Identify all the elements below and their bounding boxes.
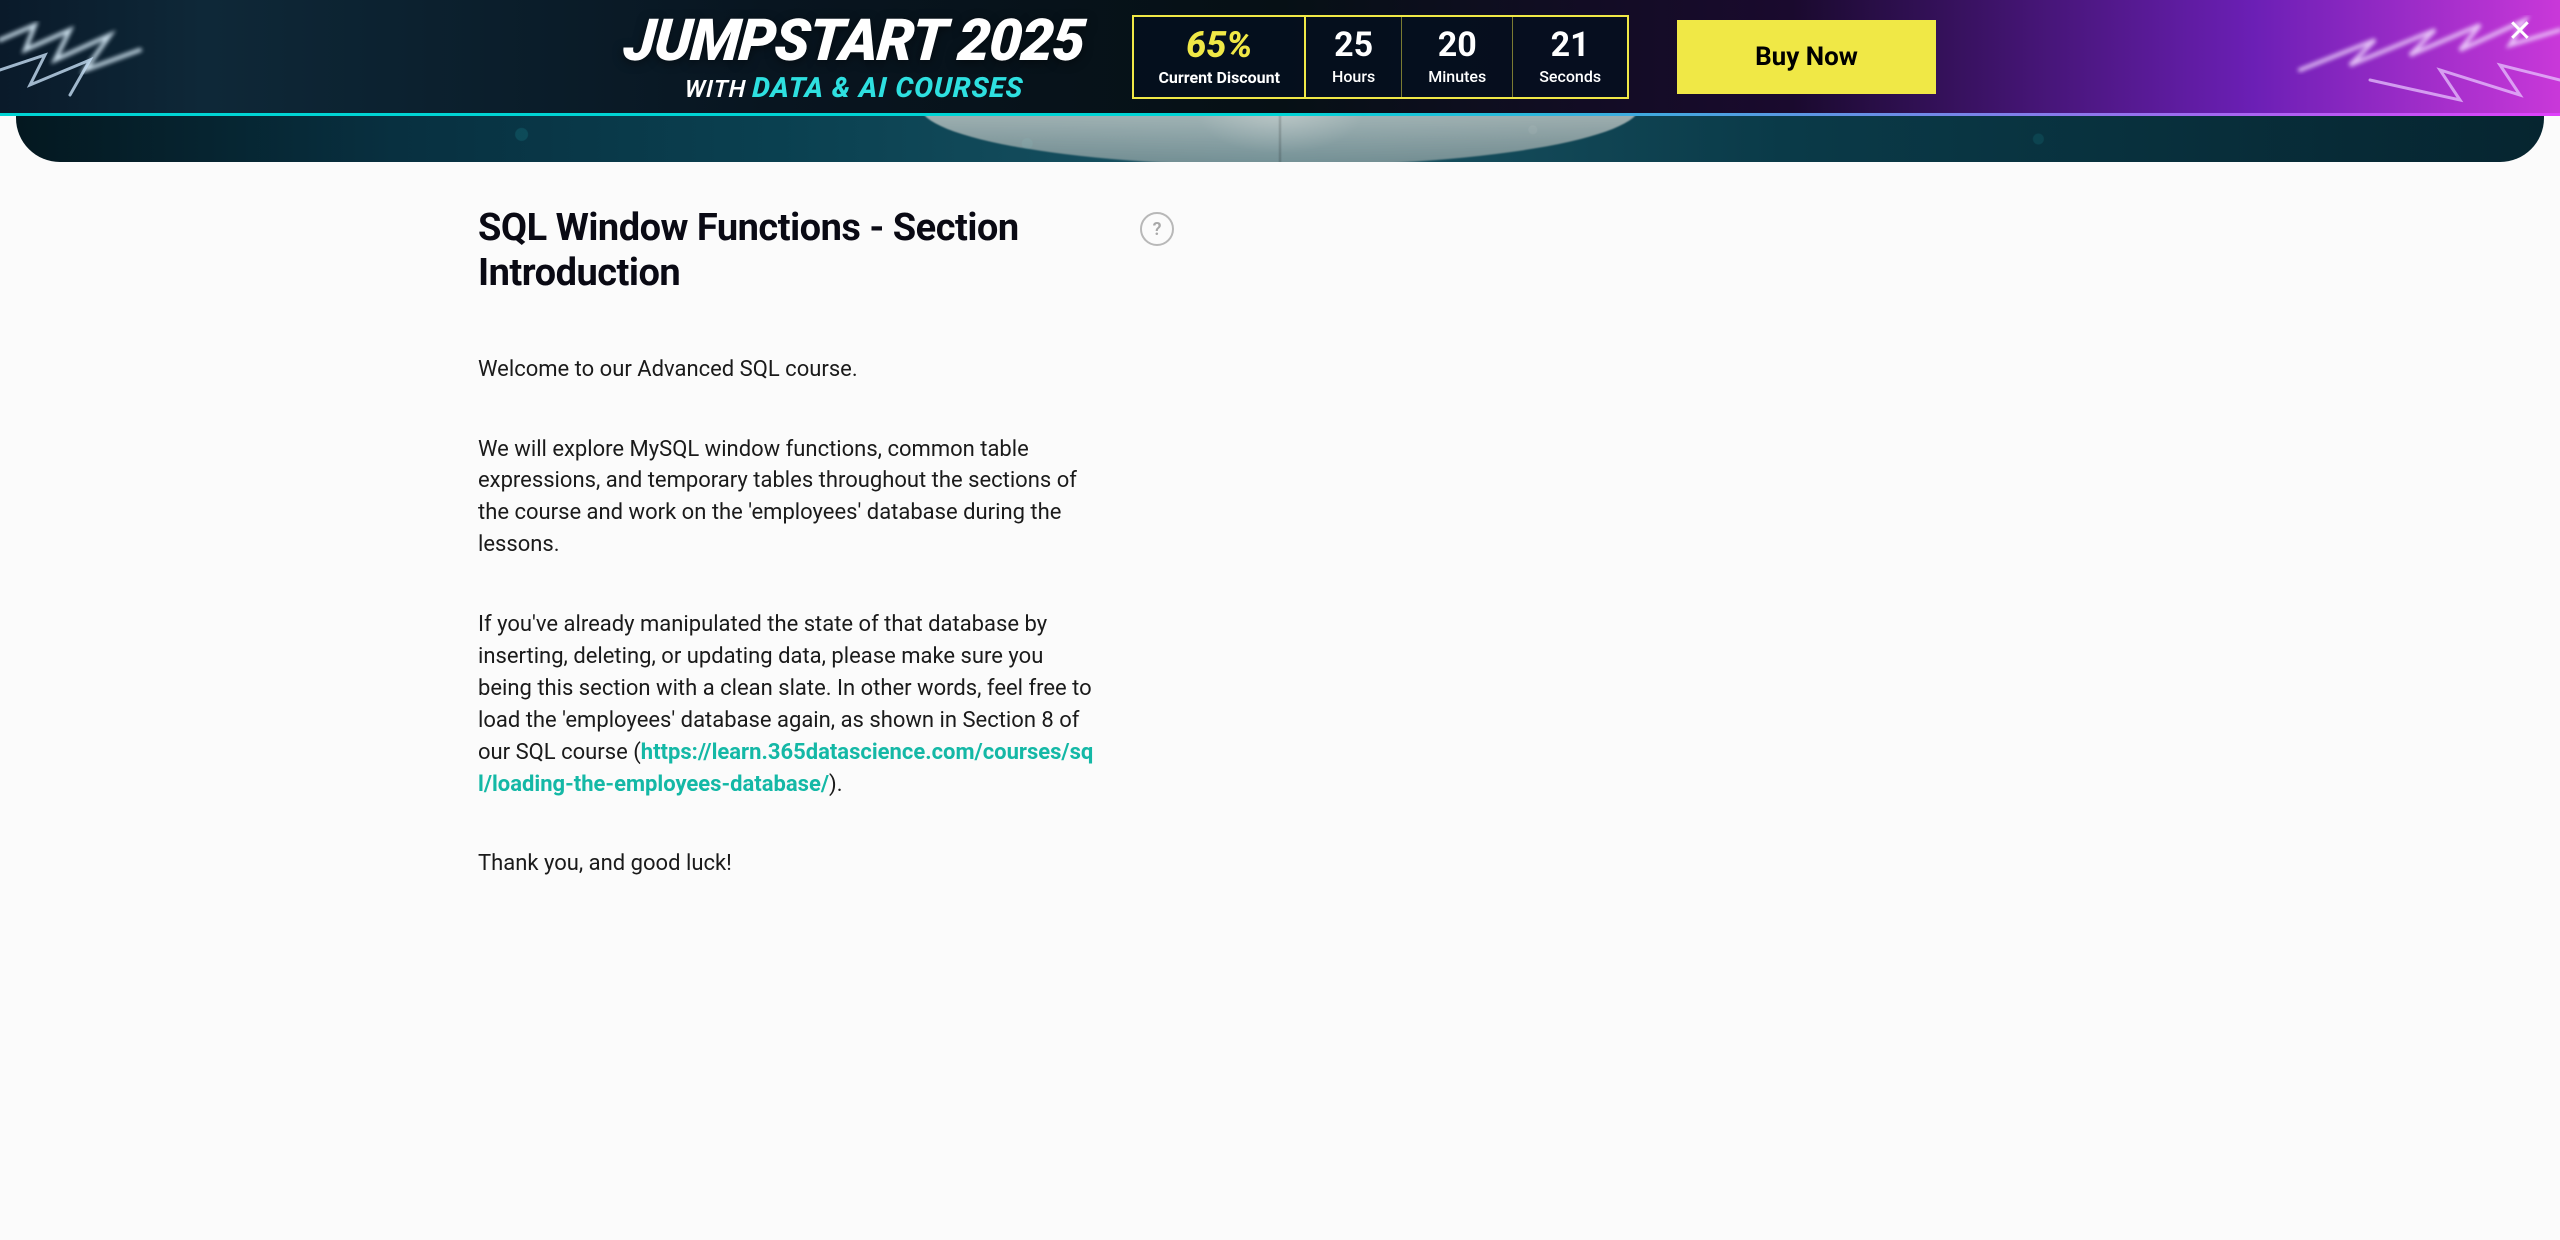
promo-banner: JUMPSTART 2025 WITHDATA & AI COURSES 65%… bbox=[0, 0, 2560, 116]
countdown-box: 65% Current Discount 25 Hours 20 Minutes… bbox=[1132, 15, 1629, 99]
promo-title-with: WITH bbox=[684, 75, 747, 103]
minutes-label: Minutes bbox=[1428, 67, 1486, 86]
book-pages-decor bbox=[920, 116, 1640, 162]
seconds-value: 21 bbox=[1551, 27, 1590, 64]
hours-value: 25 bbox=[1334, 27, 1373, 64]
p3-after: ). bbox=[829, 772, 842, 797]
minutes-value: 20 bbox=[1438, 27, 1477, 64]
discount-label: Current Discount bbox=[1158, 68, 1280, 87]
promo-title-main: JUMPSTART 2025 bbox=[622, 12, 1087, 70]
hours-label: Hours bbox=[1332, 67, 1375, 86]
intro-paragraph-2: We will explore MySQL window functions, … bbox=[478, 434, 1096, 562]
lesson-content: ? SQL Window Functions - Section Introdu… bbox=[478, 206, 1096, 880]
intro-paragraph-1: Welcome to our Advanced SQL course. bbox=[478, 354, 1096, 386]
discount-cell: 65% Current Discount bbox=[1134, 17, 1306, 97]
hours-cell: 25 Hours bbox=[1306, 17, 1402, 97]
intro-paragraph-4: Thank you, and good luck! bbox=[478, 848, 1096, 880]
promo-title-group: JUMPSTART 2025 WITHDATA & AI COURSES bbox=[624, 12, 1084, 102]
content-wrap: ? SQL Window Functions - Section Introdu… bbox=[0, 162, 2560, 880]
lightning-left-decor bbox=[0, 0, 200, 116]
help-icon[interactable]: ? bbox=[1140, 212, 1174, 246]
seconds-cell: 21 Seconds bbox=[1513, 17, 1627, 97]
promo-title-sub: WITHDATA & AI COURSES bbox=[623, 74, 1085, 102]
page-title: SQL Window Functions - Section Introduct… bbox=[478, 206, 1038, 296]
promo-title-colored: DATA & AI COURSES bbox=[752, 71, 1025, 104]
buy-now-button[interactable]: Buy Now bbox=[1677, 20, 1936, 94]
close-icon[interactable]: ✕ bbox=[2506, 18, 2534, 46]
discount-value: 65% bbox=[1186, 26, 1252, 66]
seconds-label: Seconds bbox=[1539, 67, 1601, 86]
minutes-cell: 20 Minutes bbox=[1402, 17, 1513, 97]
lightning-right-decor bbox=[2160, 0, 2560, 116]
intro-paragraph-3: If you've already manipulated the state … bbox=[478, 609, 1096, 800]
hero-image-strip bbox=[16, 116, 2544, 162]
